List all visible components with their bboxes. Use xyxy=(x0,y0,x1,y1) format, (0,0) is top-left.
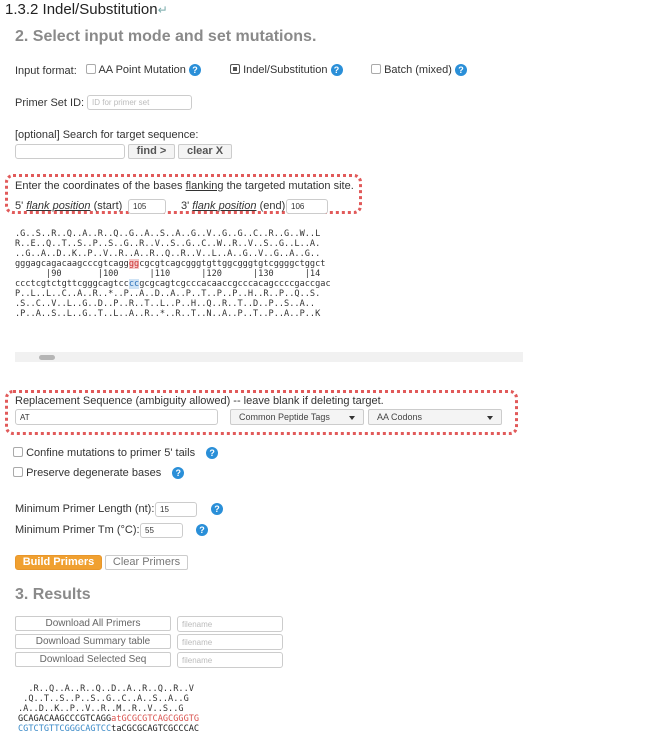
primer-set-input[interactable] xyxy=(87,95,192,110)
preserve-label: Preserve degenerate bases xyxy=(26,467,162,479)
flank-5-link[interactable]: flank position xyxy=(26,200,90,212)
result-bottom-primer: CGTCTGTTCGGGCAGTCC xyxy=(18,724,112,734)
chevron-down-icon xyxy=(487,416,493,420)
clear-primers-button[interactable]: Clear Primers xyxy=(105,555,188,570)
result-bottom-strand: CGTCTGTTCGGGCAGTCCtaCGCGCAGTCGCCCAC xyxy=(18,724,199,734)
sequence-viewer[interactable]: .G..S..R..Q..A..R..Q..G..A..S..A..G..V..… xyxy=(15,229,523,333)
min-length-input[interactable] xyxy=(155,502,197,517)
flank-instruction-pre: Enter the coordinates of the bases xyxy=(15,180,186,192)
flank-5-input[interactable] xyxy=(128,199,166,214)
bottom-strand-pre: ccctcgtctgttcgggcagtcc xyxy=(15,279,129,289)
help-icon[interactable]: ? xyxy=(330,64,343,76)
top-strand-post: cgcgtcagcgggtgttggcgggtgtcggggctggct xyxy=(139,259,326,269)
confine-checkbox[interactable] xyxy=(13,447,23,457)
position-ruler: |90 |100 |110 |120 |130 |14 xyxy=(15,269,321,279)
min-length-label: Minimum Primer Length (nt): xyxy=(15,503,155,515)
min-tm-input[interactable] xyxy=(140,523,183,538)
result-bottom-template: taCGCGCAGTCGCCCAC xyxy=(111,724,200,734)
indel-checkbox[interactable] xyxy=(230,64,240,74)
mode-batch[interactable]: Batch (mixed) ? xyxy=(371,64,467,76)
search-input[interactable] xyxy=(15,144,125,159)
clear-button[interactable]: clear X xyxy=(178,144,232,159)
replacement-label: Replacement Sequence (ambiguity allowed)… xyxy=(15,395,384,407)
bottom-strand-post: gcgcagtcgcccacaaccgcccacagccccgaccgac xyxy=(139,279,331,289)
download-all-button[interactable]: Download All Primers xyxy=(15,616,171,631)
help-icon[interactable]: ? xyxy=(172,467,185,479)
help-icon[interactable]: ? xyxy=(188,64,201,76)
filename-input[interactable] xyxy=(177,652,283,668)
flank-3-input[interactable] xyxy=(286,199,328,214)
flank-3-link[interactable]: flank position xyxy=(192,200,256,212)
peptide-tags-select[interactable]: Common Peptide Tags xyxy=(230,409,364,425)
help-icon[interactable]: ? xyxy=(196,524,208,536)
return-mark: ↵ xyxy=(157,3,168,17)
scrollbar-thumb[interactable] xyxy=(39,355,55,360)
five-prime-mark: 5' xyxy=(15,200,24,212)
filename-input[interactable] xyxy=(177,616,283,632)
preserve-checkbox[interactable] xyxy=(13,467,23,477)
three-prime-mark: 3' xyxy=(181,200,190,212)
flank-5-suffix: (start) xyxy=(93,200,123,212)
mode-aa-point[interactable]: AA Point Mutation ? xyxy=(86,64,201,76)
confine-option[interactable]: Confine mutations to primer 5' tails ? xyxy=(13,447,219,459)
min-tm-label: Minimum Primer Tm (°C): xyxy=(15,524,140,536)
primer-set-label: Primer Set ID: xyxy=(15,97,85,109)
indel-label: Indel/Substitution xyxy=(243,64,328,76)
flank-instruction-post: the targeted mutation site. xyxy=(223,180,354,192)
batch-label: Batch (mixed) xyxy=(384,64,452,76)
result-sequence-view[interactable]: .R..Q..A..R..Q..D..A..R..Q..R..V .Q..T..… xyxy=(18,684,199,734)
sequence-scrollbar[interactable] xyxy=(15,352,523,362)
result-top-template: GCAGACAAGCCCGTCAGG xyxy=(18,714,112,724)
result-translation-row: .R..Q..A..R..Q..D..A..R..Q..R..V xyxy=(18,684,194,694)
top-strand[interactable]: gggagcagacaagcccgtcaggggcgcgtcagcgggtgtt… xyxy=(15,259,523,269)
flanking-link[interactable]: flanking xyxy=(186,180,224,192)
help-icon[interactable]: ? xyxy=(206,447,219,459)
filename-input[interactable] xyxy=(177,634,283,650)
flank-3-suffix: (end) xyxy=(259,200,286,212)
result-translation-row: .A..D..K..P..V..R..M..R..V..S..G xyxy=(18,704,184,714)
top-strand-flank-highlight: gg xyxy=(128,259,140,269)
batch-checkbox[interactable] xyxy=(371,64,381,74)
replacement-sequence-input[interactable] xyxy=(15,409,218,425)
result-top-strand: GCAGACAAGCCCGTCAGGatGCGCGTCAGCGGGTG xyxy=(18,714,199,724)
bottom-strand[interactable]: ccctcgtctgttcgggcagtccccgcgcagtcgcccacaa… xyxy=(15,279,523,289)
translation-row: R..E..Q..T..S..P..S..G..R..V..S..G..C..W… xyxy=(15,239,321,249)
find-button[interactable]: find > xyxy=(128,144,175,159)
mode-indel-substitution[interactable]: Indel/Substitution ? xyxy=(230,64,343,76)
flank-5-label: 5' flank position (start) xyxy=(15,200,122,212)
confine-label: Confine mutations to primer 5' tails xyxy=(26,447,196,459)
preserve-option[interactable]: Preserve degenerate bases ? xyxy=(13,467,185,479)
translation-row: .G..S..R..Q..A..R..Q..G..A..S..A..G..V..… xyxy=(15,229,321,239)
top-strand-pre: gggagcagacaagcccgtcagg xyxy=(15,259,129,269)
section-heading: 1.3.2 Indel/Substitution↵ xyxy=(5,1,168,18)
flank-instruction: Enter the coordinates of the bases flank… xyxy=(15,180,354,192)
results-title: 3. Results xyxy=(15,586,91,603)
aa-point-label: AA Point Mutation xyxy=(98,64,186,76)
result-top-mutated: atGCGCGTCAGCGGGTG xyxy=(111,714,200,724)
build-primers-button[interactable]: Build Primers xyxy=(15,555,102,570)
step2-title: 2. Select input mode and set mutations. xyxy=(15,28,317,45)
aa-point-checkbox[interactable] xyxy=(86,64,96,74)
translation-row: P..L..L..C..A..R..*..P..A..D..A..P..T..P… xyxy=(15,289,321,299)
peptide-tags-value: Common Peptide Tags xyxy=(239,412,330,422)
flank-3-label: 3' flank position (end) xyxy=(181,200,285,212)
help-icon[interactable]: ? xyxy=(211,503,223,515)
section-heading-text: 1.3.2 Indel/Substitution xyxy=(5,1,158,18)
download-summary-button[interactable]: Download Summary table xyxy=(15,634,171,649)
search-label: [optional] Search for target sequence: xyxy=(15,129,199,141)
aa-codons-select[interactable]: AA Codons xyxy=(368,409,502,425)
chevron-down-icon xyxy=(349,416,355,420)
translation-row: ..G..A..D..K..P..V..R..A..R..Q..R..V..L.… xyxy=(15,249,321,259)
help-icon[interactable]: ? xyxy=(454,64,467,76)
aa-codons-value: AA Codons xyxy=(377,412,423,422)
translation-row: .S..C..V..L..G..D..P..R..T..L..P..H..Q..… xyxy=(15,299,316,309)
input-format-label: Input format: xyxy=(15,65,77,77)
bottom-strand-flank-highlight: cc xyxy=(128,279,140,289)
translation-row: .P..A..S..L..G..T..L..A..R..*..R..T..N..… xyxy=(15,309,321,319)
download-selected-button[interactable]: Download Selected Seq xyxy=(15,652,171,667)
result-translation-row: .Q..T..S..P..S..G..C..A..S..A..G xyxy=(18,694,189,704)
